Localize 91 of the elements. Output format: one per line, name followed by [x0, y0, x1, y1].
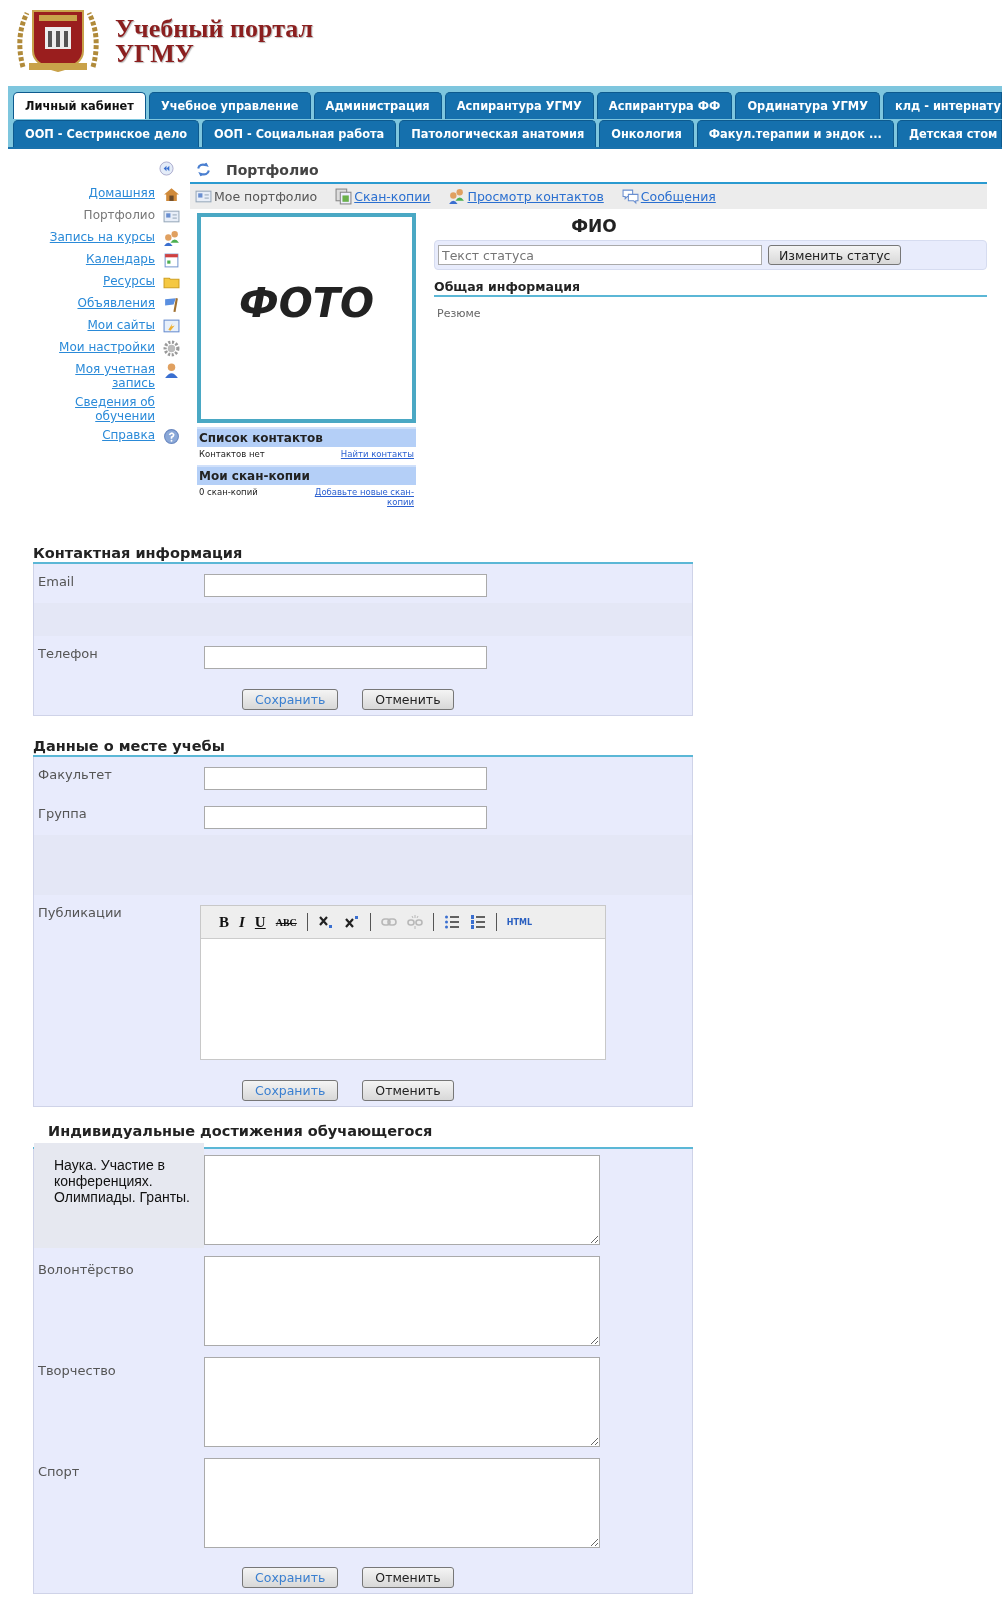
- status-field[interactable]: Текст статуса: [438, 245, 762, 265]
- field-label: Волонтёрство: [37, 1261, 135, 1279]
- nav-tab[interactable]: Детская стом: [896, 120, 1002, 147]
- field-label: Email: [37, 574, 76, 591]
- block-text: 0 скан-копий: [199, 487, 258, 499]
- house-icon: [163, 186, 180, 203]
- field-label: Факультет: [37, 767, 113, 784]
- flag-icon: [163, 296, 180, 313]
- field-label: Группа: [37, 806, 88, 823]
- page-title: Портфолио: [226, 161, 319, 178]
- gear-icon: [163, 340, 180, 357]
- person-icon: [163, 362, 180, 379]
- block-heading: Список контактов: [197, 427, 416, 447]
- subscript-icon[interactable]: [317, 914, 334, 930]
- sidebar-link[interactable]: Сведения об обучении: [45, 395, 155, 423]
- nav-tab[interactable]: Онкология: [599, 120, 694, 147]
- sidebar-link[interactable]: Портфолио: [45, 208, 155, 222]
- save-button[interactable]: Сохранить: [242, 1567, 339, 1588]
- find-contacts-link[interactable]: Найти контакты: [340, 449, 414, 459]
- nav-tab[interactable]: Личный кабинет: [13, 92, 146, 119]
- user-name: ФИО: [570, 215, 618, 238]
- sidebar-link[interactable]: Календарь: [45, 252, 155, 266]
- bullet-list-icon[interactable]: [443, 914, 460, 930]
- sidebar-link[interactable]: Ресурсы: [45, 274, 155, 288]
- nav-tab[interactable]: Учебное управление: [148, 92, 311, 119]
- refresh-icon: [195, 161, 212, 178]
- cancel-button[interactable]: Отменить: [362, 1567, 454, 1588]
- change-status-button[interactable]: Изменить статус: [768, 245, 902, 265]
- field-label: Творчество: [37, 1362, 117, 1380]
- portal-title: Учебный портал: [115, 16, 314, 41]
- nav-tab[interactable]: Администрация: [313, 92, 442, 119]
- sidebar-link[interactable]: Домашняя: [45, 186, 155, 200]
- monitor-icon: [163, 318, 180, 335]
- nav-tab[interactable]: Аспирантура УГМУ: [444, 92, 594, 119]
- portfolio-tab[interactable]: Мое портфолио: [195, 188, 318, 205]
- superscript-icon[interactable]: [343, 914, 360, 930]
- input-field[interactable]: [204, 646, 487, 669]
- nav-tab[interactable]: ООП - Социальная работа: [202, 120, 397, 147]
- field-label: Наука. Участие в конференциях. Олимпиады. Гранты.: [34, 1143, 204, 1248]
- photo-label: ФОТО: [239, 280, 374, 326]
- text-area[interactable]: [204, 1357, 600, 1447]
- section-heading: Общая информация: [434, 279, 987, 297]
- input-field[interactable]: [204, 574, 487, 597]
- nav-tab[interactable]: ООП - Сестринское дело: [13, 120, 200, 147]
- portal-title: УГМУ: [115, 41, 195, 66]
- input-field[interactable]: [204, 767, 487, 790]
- portfolio-tab[interactable]: Просмотр контактов: [448, 188, 604, 205]
- block-heading: Мои скан-копии: [197, 465, 416, 485]
- field-label: Телефон: [37, 646, 99, 663]
- format-button[interactable]: I: [239, 913, 245, 931]
- resume-label: Резюме: [436, 306, 482, 322]
- input-field[interactable]: [204, 806, 487, 829]
- sidebar-link[interactable]: Мои настройки: [45, 340, 155, 354]
- sidebar-link[interactable]: Объявления: [45, 296, 155, 310]
- block-text: Контактов нет: [199, 449, 265, 459]
- help-icon: [163, 428, 180, 445]
- card-icon: [163, 208, 180, 225]
- card-icon: [195, 188, 212, 205]
- save-button[interactable]: Сохранить: [242, 1080, 339, 1101]
- nav-tab[interactable]: Ординатура УГМУ: [735, 92, 880, 119]
- cancel-button[interactable]: Отменить: [362, 1080, 454, 1101]
- people-icon: [448, 188, 466, 205]
- nav-tab[interactable]: клд - интернату: [882, 92, 1002, 119]
- nav-tab[interactable]: Патологическая анатомия: [399, 120, 597, 147]
- numbered-list-icon[interactable]: [469, 914, 486, 930]
- portfolio-tab[interactable]: Сообщения: [621, 188, 716, 205]
- collapse-icon[interactable]: [159, 161, 174, 176]
- nav-tab[interactable]: Аспирантура ФФ: [596, 92, 733, 119]
- rich-text-editor[interactable]: B I U ABC HTML: [200, 905, 606, 1060]
- calendar-icon: [163, 252, 180, 269]
- text-area[interactable]: [204, 1256, 600, 1346]
- portfolio-tab[interactable]: Скан-копии: [335, 188, 431, 205]
- text-area[interactable]: [204, 1155, 600, 1245]
- add-scans-link[interactable]: Добавьте новые скан-копии: [304, 487, 414, 507]
- people-icon: [163, 230, 180, 247]
- copies-icon: [335, 188, 353, 205]
- cancel-button[interactable]: Отменить: [362, 689, 454, 710]
- speech-bubbles-icon: [621, 188, 639, 205]
- save-button[interactable]: Сохранить: [242, 689, 339, 710]
- sidebar-link[interactable]: Справка: [45, 428, 155, 442]
- format-button[interactable]: HTML: [506, 917, 533, 927]
- nav-tab[interactable]: Факул.терапии и эндок ...: [696, 120, 894, 147]
- format-button[interactable]: ABC: [275, 916, 297, 928]
- format-button[interactable]: U: [254, 913, 266, 931]
- field-label: Публикации: [37, 905, 123, 922]
- sidebar-link[interactable]: Мои сайты: [45, 318, 155, 332]
- format-button[interactable]: B: [219, 913, 229, 931]
- text-area[interactable]: [204, 1458, 600, 1548]
- sidebar-link[interactable]: Запись на курсы: [45, 230, 155, 244]
- sidebar-link[interactable]: Моя учетная запись: [45, 362, 155, 390]
- field-label: Спорт: [37, 1463, 81, 1481]
